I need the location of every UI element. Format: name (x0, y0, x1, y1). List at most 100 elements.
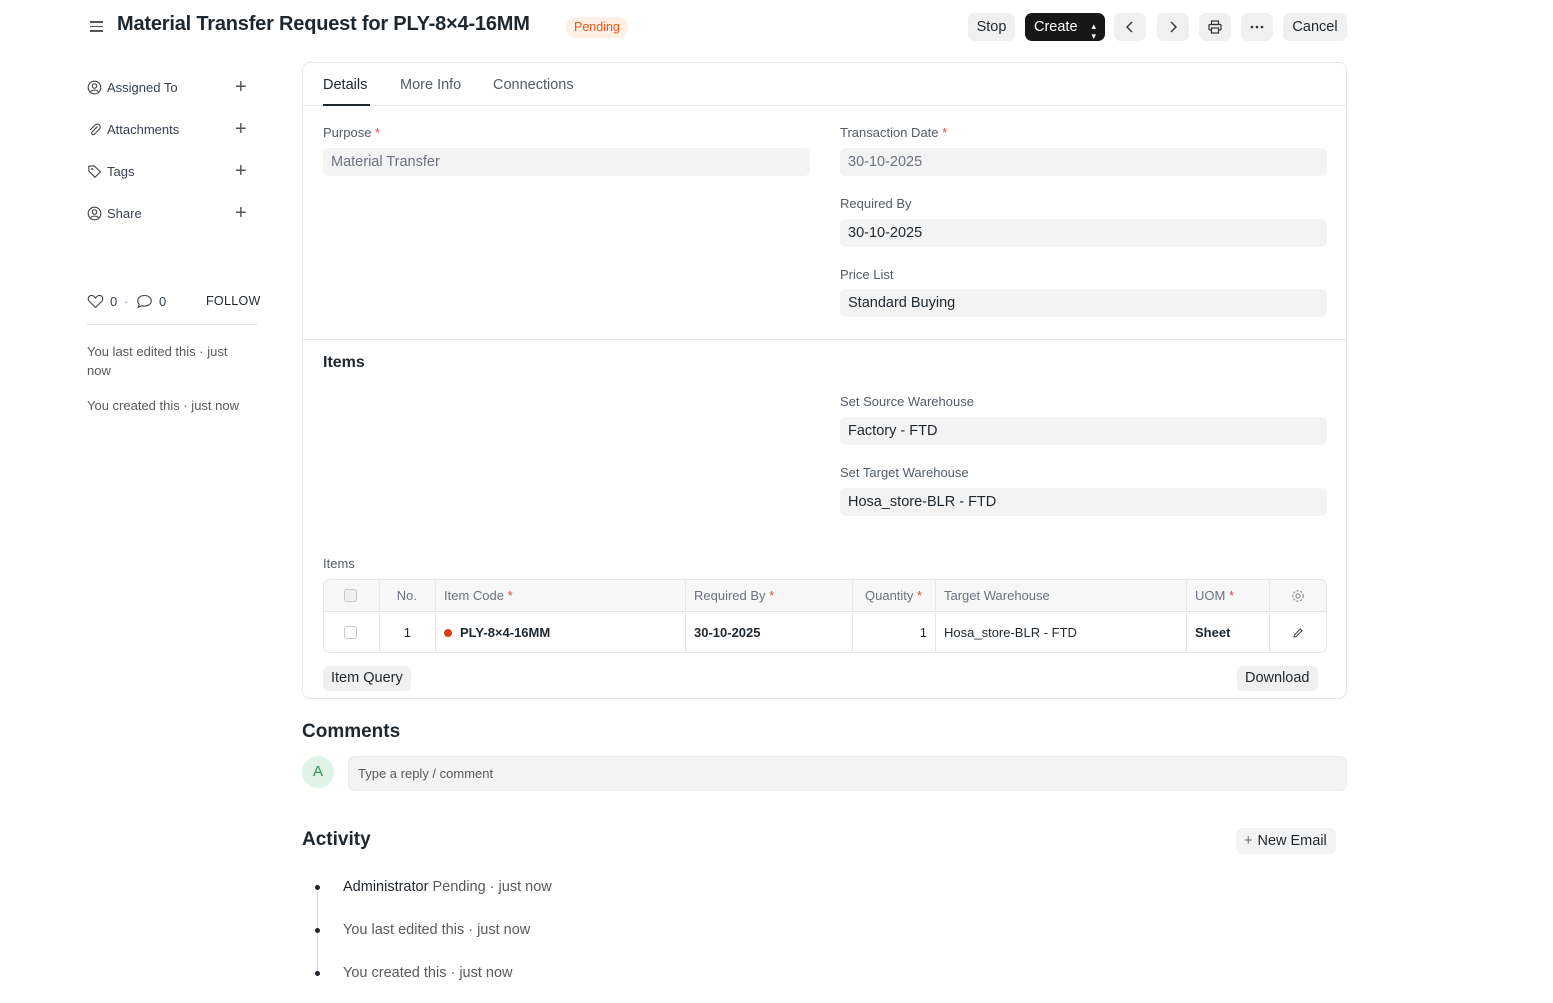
plus-icon: + (1244, 833, 1253, 849)
chevron-updown-icon: ▴ ▾ (1091, 21, 1096, 41)
column-settings-cell (1270, 580, 1326, 611)
sidebar-item-assigned-to[interactable]: Assigned To + (87, 76, 257, 100)
created-text: You created this · just now (87, 398, 239, 413)
row-item-code-cell[interactable]: PLY-8×4-16MM (436, 613, 686, 652)
create-button[interactable]: Create ▴ ▾ (1025, 13, 1105, 41)
required-marker: * (1228, 588, 1235, 603)
timeline-entry: You last edited this · just now (343, 922, 531, 938)
column-header-label: Item Code (444, 588, 504, 603)
column-header-label: Required By (694, 588, 766, 603)
status-badge: Pending (566, 17, 628, 38)
row-no-cell: 1 (380, 613, 436, 652)
like-count: 0 (110, 294, 118, 309)
gear-icon[interactable] (1291, 589, 1305, 603)
required-by-field[interactable]: 30-10-2025 (840, 219, 1327, 247)
source-warehouse-label: Set Source Warehouse (840, 394, 974, 409)
sidebar-item-share[interactable]: Share + (87, 202, 257, 226)
tab-details[interactable]: Details (323, 77, 367, 93)
row-edit-cell (1270, 613, 1326, 652)
previous-doc-button[interactable] (1114, 13, 1146, 41)
avatar: A (302, 756, 334, 788)
comment-count: 0 (159, 294, 167, 309)
download-button[interactable]: Download (1237, 666, 1318, 691)
page-header: Material Transfer Request for PLY-8×4-16… (0, 0, 1553, 56)
sidebar-item-label: Assigned To (107, 80, 178, 95)
price-list-field[interactable]: Standard Buying (840, 289, 1327, 317)
print-button[interactable] (1199, 13, 1231, 41)
required-marker: * (942, 125, 948, 140)
select-all-checkbox[interactable] (344, 589, 357, 602)
items-table: No. Item Code * Required By * Quantity *… (323, 579, 1327, 653)
column-header-uom: UOM * (1187, 580, 1270, 611)
required-marker: * (769, 588, 775, 603)
section-divider (303, 339, 1346, 340)
new-email-button[interactable]: + New Email (1236, 828, 1336, 854)
target-warehouse-label: Set Target Warehouse (840, 465, 969, 480)
plus-icon[interactable]: + (235, 160, 247, 182)
timeline-entry: You created this · just now (343, 965, 513, 981)
column-header-required-by: Required By * (686, 580, 853, 611)
sidebar-item-tags[interactable]: Tags + (87, 160, 257, 184)
sidebar-divider (87, 324, 257, 325)
assign-icon (87, 80, 102, 95)
tag-icon (88, 165, 102, 178)
ellipsis-icon (1250, 25, 1264, 29)
timeline-dot (315, 971, 320, 976)
activity-title: Activity (302, 829, 371, 850)
row-checkbox[interactable] (344, 626, 357, 639)
comment-icon[interactable] (136, 294, 153, 309)
comment-input[interactable]: Type a reply / comment (348, 756, 1347, 791)
active-tab-indicator (323, 104, 370, 106)
tab-more-info[interactable]: More Info (400, 77, 461, 93)
item-code-value: PLY-8×4-16MM (460, 625, 551, 640)
sidebar-item-attachments[interactable]: Attachments + (87, 118, 257, 142)
cancel-button[interactable]: Cancel (1283, 13, 1347, 41)
edit-icon[interactable] (1292, 627, 1304, 639)
required-by-label: Required By (840, 196, 912, 211)
table-header: No. Item Code * Required By * Quantity *… (324, 580, 1326, 612)
timeline-dot (315, 928, 320, 933)
timeline-entry: Administrator Pending · just now (343, 879, 552, 895)
comments-title: Comments (302, 721, 401, 742)
column-header-label: UOM (1195, 588, 1226, 603)
column-header-no: No. (380, 580, 436, 611)
purpose-field[interactable]: Material Transfer (323, 148, 810, 176)
last-edited-text: You last edited this · just now (87, 344, 228, 378)
timeline-text: Pending · just now (432, 879, 552, 895)
plus-icon[interactable]: + (235, 76, 247, 98)
column-header-item-code: Item Code * (436, 580, 686, 611)
printer-icon (1208, 20, 1222, 34)
transaction-date-label: Transaction Date * (840, 125, 947, 140)
tab-connections[interactable]: Connections (493, 77, 574, 93)
timeline-user[interactable]: Administrator (343, 879, 428, 895)
menu-icon[interactable] (88, 18, 106, 36)
heart-icon[interactable] (87, 294, 104, 309)
page-title: Material Transfer Request for PLY-8×4-16… (117, 13, 530, 35)
more-actions-button[interactable] (1241, 13, 1273, 41)
row-uom-cell[interactable]: Sheet (1187, 613, 1270, 652)
sidebar-item-label: Tags (107, 164, 135, 179)
row-target-warehouse-cell[interactable]: Hosa_store-BLR - FTD (936, 613, 1187, 652)
next-doc-button[interactable] (1157, 13, 1189, 41)
column-header-target-warehouse: Target Warehouse (936, 580, 1187, 611)
target-warehouse-field[interactable]: Hosa_store-BLR - FTD (840, 488, 1327, 516)
table-row[interactable]: 1 PLY-8×4-16MM 30-10-2025 1 Hosa_store-B… (324, 613, 1326, 652)
items-table-label: Items (323, 556, 355, 571)
follow-button[interactable]: FOLLOW (206, 294, 261, 308)
timeline-dot (315, 885, 320, 890)
column-header-quantity: Quantity * (853, 580, 936, 611)
items-section-title: Items (323, 354, 365, 371)
separator-dot: · (124, 294, 129, 309)
create-button-label: Create (1034, 19, 1078, 35)
form-card: Details More Info Connections Purpose * … (302, 62, 1347, 699)
source-warehouse-field[interactable]: Factory - FTD (840, 417, 1327, 445)
share-icon (87, 206, 102, 221)
price-list-label: Price List (840, 267, 894, 282)
item-query-button[interactable]: Item Query (323, 666, 411, 691)
plus-icon[interactable]: + (235, 118, 247, 140)
row-quantity-cell[interactable]: 1 (853, 613, 936, 652)
transaction-date-field[interactable]: 30-10-2025 (840, 148, 1327, 176)
stop-button[interactable]: Stop (968, 13, 1015, 41)
row-required-by-cell[interactable]: 30-10-2025 (686, 613, 853, 652)
plus-icon[interactable]: + (235, 202, 247, 224)
